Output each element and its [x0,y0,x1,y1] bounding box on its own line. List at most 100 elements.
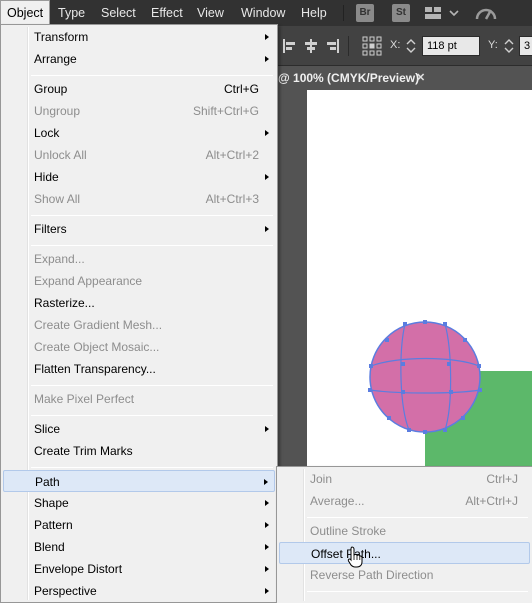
x-label: X: [390,39,401,51]
hand-cursor-icon [347,546,363,568]
close-icon[interactable]: ✕ [416,66,425,90]
menu-item-label: Expand Appearance [34,274,143,288]
menu-item-create-object-mosaic: Create Object Mosaic... [3,336,275,358]
menu-item-group[interactable]: Group Ctrl+G [3,78,275,100]
menu-window[interactable]: Window [235,0,291,26]
menu-item-label: Offset Path... [311,547,381,561]
menu-separator [31,385,273,386]
menu-item-label: Rasterize... [34,296,95,310]
mesh-circle[interactable] [368,320,482,434]
menu-item-label: Flatten Transparency... [34,362,156,376]
menu-item-perspective[interactable]: Perspective [3,580,275,602]
submenu-arrow-icon [265,130,269,136]
workspace-layout-icon[interactable] [424,6,460,20]
menu-item-label: Unlock All [34,148,87,162]
menu-item-label: Shape [34,496,69,510]
y-position-field[interactable]: 3 [519,36,532,56]
menu-item-lock[interactable]: Lock [3,122,275,144]
menu-item-envelope-distort[interactable]: Envelope Distort [3,558,275,580]
menu-item-label: Envelope Distort [34,562,123,576]
menu-item-filters[interactable]: Filters [3,218,275,240]
menu-separator [31,245,273,246]
menu-item-slice[interactable]: Slice [3,418,275,440]
menu-item-path[interactable]: Path [3,470,275,492]
menu-item-label: Expand... [34,252,85,266]
menu-effect[interactable]: Effect [145,0,189,26]
menu-item-label: Reverse Path Direction [310,568,434,582]
menu-help[interactable]: Help [295,0,333,26]
menu-separator [31,215,273,216]
menu-item-shape[interactable]: Shape [3,492,275,514]
submenu-arrow-icon [265,522,269,528]
menu-item-expand-appearance: Expand Appearance [3,270,275,292]
submenu-item-offset-path[interactable]: Offset Path... [279,542,530,564]
menu-item-label: Ungroup [34,104,81,118]
x-stepper-icon[interactable] [405,37,417,55]
menu-item-rasterize[interactable]: Rasterize... [3,292,275,314]
submenu-arrow-icon [265,544,269,550]
menu-item-arrange[interactable]: Arrange [3,48,275,70]
menu-item-label: Create Gradient Mesh... [34,318,163,332]
submenu-arrow-icon [265,56,269,62]
menu-select[interactable]: Select [95,0,142,26]
menu-item-unlock-all: Unlock All Alt+Ctrl+2 [3,144,275,166]
menu-type[interactable]: Type [52,0,91,26]
menu-item-create-trim-marks[interactable]: Create Trim Marks [3,440,275,462]
menu-item-label: Lock [34,126,60,140]
menu-item-shortcut: Shift+Ctrl+G [192,104,259,118]
menu-item-shortcut: Alt+Ctrl+J [465,494,518,508]
menu-bar: Object Type Select Effect View Window He… [0,0,532,26]
reference-point-icon[interactable] [362,36,382,56]
menu-item-show-all: Show All Alt+Ctrl+3 [3,188,275,210]
submenu-arrow-icon [265,500,269,506]
submenu-arrow-icon [265,426,269,432]
menu-item-shortcut: Ctrl+J [486,472,518,486]
menu-item-label: Blend [34,540,65,554]
submenu-item-average: Average... Alt+Ctrl+J [279,490,530,512]
submenu-arrow-icon [265,226,269,232]
stock-icon[interactable]: St [392,4,410,22]
x-position-field[interactable]: 118 pt [422,36,480,56]
menu-item-label: Group [34,82,68,96]
object-menu: Transform Arrange Group Ctrl+G Ungroup Shi… [0,24,278,603]
submenu-arrow-icon [265,566,269,572]
y-stepper-icon[interactable] [503,37,515,55]
bridge-icon[interactable]: Br [356,4,374,22]
menu-item-label: Hide [34,170,59,184]
menubar-divider [343,5,344,21]
y-label: Y: [488,39,498,51]
menu-item-transform[interactable]: Transform [3,26,275,48]
menu-item-label: Slice [34,422,61,436]
menu-view[interactable]: View [191,0,230,26]
path-submenu: Join Ctrl+J Average... Alt+Ctrl+J Outline … [276,466,532,603]
align-right-icon[interactable] [324,38,340,54]
menu-separator [307,591,528,592]
menu-item-shortcut: Ctrl+G [223,82,259,96]
menu-item-hide[interactable]: Hide [3,166,275,188]
submenu-arrow-icon [265,174,269,180]
menu-separator [307,517,528,518]
menu-separator [31,467,273,468]
menu-item-label: Make Pixel Perfect [34,392,135,406]
gpu-performance-icon[interactable] [474,4,498,22]
menu-object[interactable]: Object [0,0,51,26]
menu-item-blend[interactable]: Blend [3,536,275,558]
document-tab-title: @ 100% (CMYK/Preview) [278,71,420,85]
menu-item-pattern[interactable]: Pattern [3,514,275,536]
menu-item-label: Create Trim Marks [34,444,133,458]
menu-item-create-gradient-mesh: Create Gradient Mesh... [3,314,275,336]
menu-item-label: Transform [34,30,89,44]
align-center-icon[interactable] [303,38,319,54]
submenu-item-reverse-path-direction: Reverse Path Direction [279,564,530,586]
menu-item-label: Perspective [34,584,97,598]
menu-item-label: Show All [34,192,81,206]
submenu-arrow-icon [265,34,269,40]
menu-item-expand: Expand... [3,248,275,270]
menu-item-label: Join [310,472,333,486]
menu-item-label: Pattern [34,518,73,532]
document-tab[interactable]: @ 100% (CMYK/Preview) ✕ [270,66,532,90]
align-left-icon[interactable] [282,38,298,54]
menu-item-flatten-transparency[interactable]: Flatten Transparency... [3,358,275,380]
menu-item-label: Average... [310,494,365,508]
menu-item-label: Arrange [34,52,77,66]
